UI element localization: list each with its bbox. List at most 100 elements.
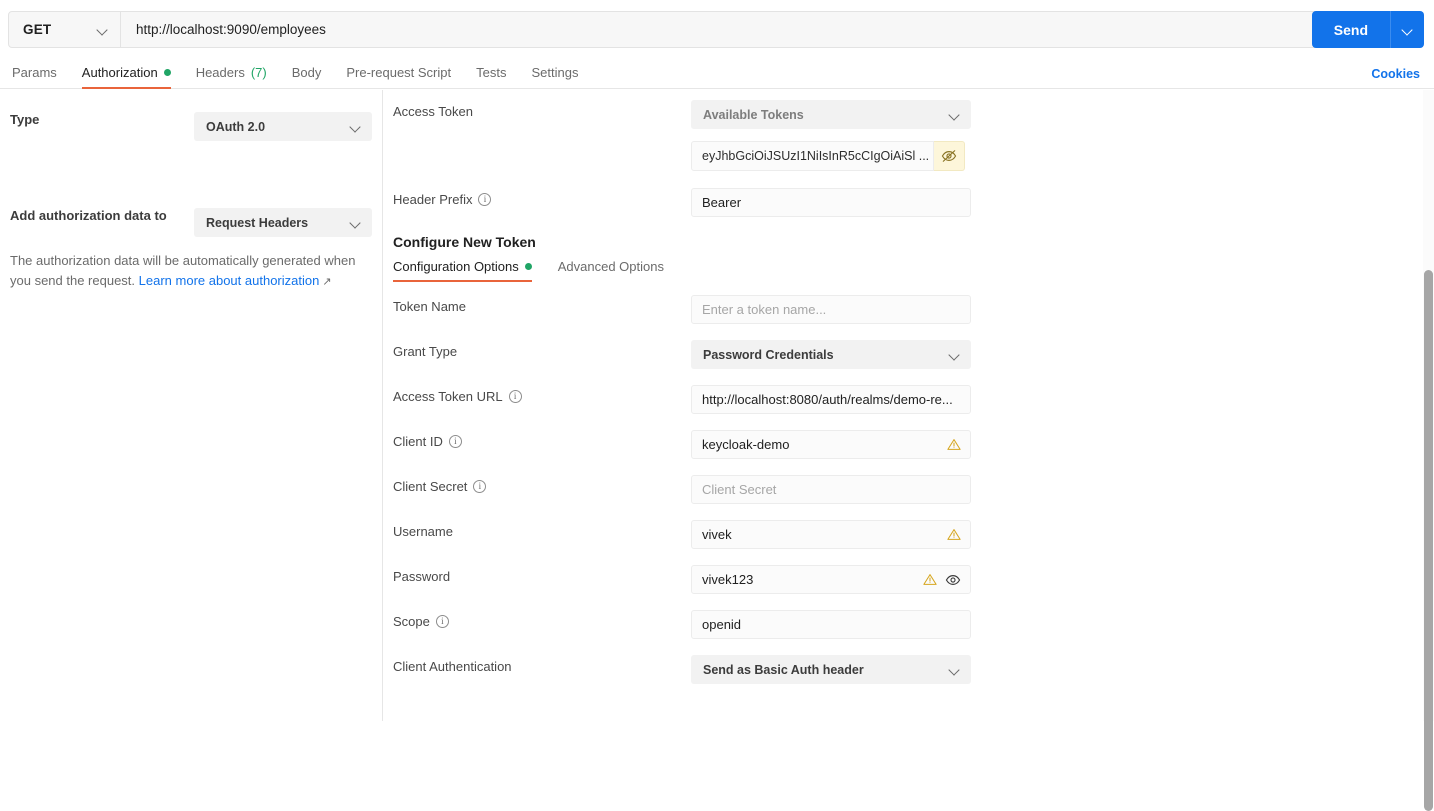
client-secret-label-row: Client Secret i xyxy=(393,479,487,494)
tab-label: Body xyxy=(291,65,322,80)
warning-icon[interactable] xyxy=(947,438,961,451)
info-icon[interactable]: i xyxy=(448,435,462,448)
header-prefix-label: Header Prefix i xyxy=(393,192,492,207)
scope-control: openid xyxy=(691,610,971,639)
vertical-scrollbar-track[interactable] xyxy=(1423,90,1434,811)
access-token-url-control: http://localhost:8080/auth/realms/demo-r… xyxy=(691,385,971,414)
info-icon[interactable]: i xyxy=(473,480,487,493)
subtab-label: Configuration Options xyxy=(393,259,519,274)
send-options-button[interactable] xyxy=(1390,11,1424,48)
grant-type-label-text: Grant Type xyxy=(393,344,458,359)
grant-type-control: Password Credentials xyxy=(691,340,971,369)
access-token-label-row: Access Token xyxy=(393,104,473,119)
grant-type-select[interactable]: Password Credentials xyxy=(691,340,971,369)
access-token-url-label-row: Access Token URL i xyxy=(393,389,522,404)
chevron-down-icon xyxy=(1402,24,1413,35)
password-input[interactable]: vivek123 xyxy=(691,565,971,594)
tab-label: Tests xyxy=(476,65,507,80)
client-secret-control: Client Secret xyxy=(691,475,971,504)
token-config-subtabs: Configuration Options Advanced Options xyxy=(393,259,664,282)
access-token-value[interactable]: eyJhbGciOiJSUzI1NiIsInR5cCIgOiAiSl ... xyxy=(691,141,934,171)
tab-label: Settings xyxy=(531,65,579,80)
scope-label-text: Scope xyxy=(393,614,430,629)
tab-body[interactable]: Body xyxy=(292,65,322,88)
username-label: Username xyxy=(393,524,453,539)
access-token-label: Access Token xyxy=(393,104,473,119)
client-authentication-select[interactable]: Send as Basic Auth header xyxy=(691,655,971,684)
subtab-advanced-options[interactable]: Advanced Options xyxy=(558,259,664,282)
available-tokens-control: Available Tokens xyxy=(691,100,971,129)
token-name-input[interactable]: Enter a token name... xyxy=(691,295,971,324)
learn-more-link[interactable]: Learn more about authorization xyxy=(139,273,320,288)
username-control: vivek xyxy=(691,520,971,549)
add-auth-data-label-row: Add authorization data to xyxy=(10,208,167,223)
username-label-row: Username xyxy=(393,524,453,539)
cookies-link[interactable]: Cookies xyxy=(1371,67,1420,81)
chevron-down-icon xyxy=(350,217,361,228)
info-icon[interactable]: i xyxy=(478,193,492,206)
client-secret-placeholder: Client Secret xyxy=(702,482,777,497)
chevron-down-icon xyxy=(949,349,960,360)
authorization-help-text: The authorization data will be automatic… xyxy=(10,251,365,292)
client-id-label: Client ID i xyxy=(393,434,462,449)
tab-tests[interactable]: Tests xyxy=(476,65,506,88)
client-authentication-label-text: Client Authentication xyxy=(393,659,512,674)
subtab-label: Advanced Options xyxy=(557,259,664,274)
scope-input[interactable]: openid xyxy=(691,610,971,639)
tab-settings[interactable]: Settings xyxy=(531,65,578,88)
warning-icon[interactable] xyxy=(923,573,937,586)
password-control: vivek123 xyxy=(691,565,971,594)
configure-new-token-title: Configure New Token xyxy=(393,234,536,250)
access-token-url-input[interactable]: http://localhost:8080/auth/realms/demo-r… xyxy=(691,385,971,414)
tab-label: Pre-request Script xyxy=(346,65,452,80)
vertical-scrollbar-thumb[interactable] xyxy=(1424,270,1433,811)
client-id-label-text: Client ID xyxy=(393,434,443,449)
headers-count-badge: (7) xyxy=(250,65,267,80)
tab-headers[interactable]: Headers (7) xyxy=(196,65,267,88)
send-button[interactable]: Send xyxy=(1311,11,1390,48)
password-label-row: Password xyxy=(393,569,450,584)
chevron-down-icon xyxy=(350,121,361,132)
info-icon[interactable]: i xyxy=(508,390,522,403)
add-auth-data-select[interactable]: Request Headers xyxy=(194,208,372,237)
header-prefix-input[interactable]: Bearer xyxy=(691,188,971,217)
tab-pre-request-script[interactable]: Pre-request Script xyxy=(346,65,451,88)
tab-authorization[interactable]: Authorization xyxy=(81,65,171,89)
eye-off-icon[interactable] xyxy=(934,141,965,171)
grant-type-label: Grant Type xyxy=(393,344,457,359)
client-authentication-value: Send as Basic Auth header xyxy=(703,662,864,677)
password-label: Password xyxy=(393,569,450,584)
http-method-label: GET xyxy=(23,22,52,37)
token-name-label-row: Token Name xyxy=(393,299,466,314)
status-dot-icon xyxy=(524,263,532,270)
username-input[interactable]: vivek xyxy=(691,520,971,549)
request-url-bar: GET http://localhost:9090/employees Send xyxy=(0,0,1434,59)
tab-label: Headers xyxy=(195,65,245,80)
scope-label: Scope i xyxy=(393,614,449,629)
scope-label-row: Scope i xyxy=(393,614,449,629)
eye-icon[interactable] xyxy=(945,573,961,587)
client-id-input[interactable]: keycloak-demo xyxy=(691,430,971,459)
http-method-select[interactable]: GET xyxy=(9,12,121,47)
username-label-text: Username xyxy=(393,524,453,539)
subtab-configuration-options[interactable]: Configuration Options xyxy=(393,259,532,282)
warning-icon[interactable] xyxy=(947,528,961,541)
client-authentication-label-row: Client Authentication xyxy=(393,659,512,674)
url-text: http://localhost:9090/employees xyxy=(136,22,326,37)
type-label: Type xyxy=(10,112,40,127)
access-token-url-label-text: Access Token URL xyxy=(393,389,503,404)
scope-value: openid xyxy=(702,617,742,632)
client-secret-label: Client Secret i xyxy=(393,479,487,494)
available-tokens-select[interactable]: Available Tokens xyxy=(691,100,971,129)
info-icon[interactable]: i xyxy=(435,615,449,628)
client-secret-input[interactable]: Client Secret xyxy=(691,475,971,504)
auth-type-select[interactable]: OAuth 2.0 xyxy=(194,112,372,141)
client-id-control: keycloak-demo xyxy=(691,430,971,459)
client-secret-label-text: Client Secret xyxy=(393,479,468,494)
tab-label: Params xyxy=(12,65,57,80)
tab-params[interactable]: Params xyxy=(12,65,57,88)
url-input[interactable]: http://localhost:9090/employees xyxy=(121,12,1324,47)
status-dot-icon xyxy=(163,69,171,76)
grant-type-value: Password Credentials xyxy=(703,347,834,362)
access-token-value-row: eyJhbGciOiJSUzI1NiIsInR5cCIgOiAiSl ... xyxy=(691,141,965,171)
